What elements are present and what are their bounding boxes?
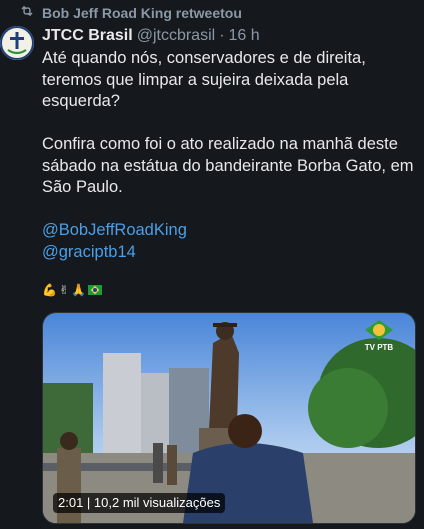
video-player[interactable]: TV PTB 2:01 | 10,2 mil visualizações	[42, 312, 416, 524]
retweet-label: Bob Jeff Road King retweetou	[42, 4, 242, 21]
tweet-header: JTCC Brasil @jtccbrasil · 16 h	[42, 26, 414, 46]
avatar[interactable]	[0, 26, 34, 60]
retweet-header[interactable]: Bob Jeff Road King retweetou	[20, 4, 242, 21]
separator: ·	[219, 27, 225, 44]
ptb-logo-icon	[365, 320, 393, 340]
mention-link[interactable]: @BobJeffRoadKing	[42, 220, 414, 242]
author-handle[interactable]: @jtccbrasil	[137, 26, 215, 46]
view-info-badge: 2:01 | 10,2 mil visualizações	[53, 493, 226, 513]
retweet-icon	[20, 4, 34, 21]
mention-link[interactable]: @graciptb14	[42, 242, 414, 264]
tweet-paragraph-1: Até quando nós, conservadores e de direi…	[42, 49, 366, 110]
folded-hands-icon: 🙏	[71, 283, 86, 297]
timestamp[interactable]: 16 h	[229, 26, 260, 46]
channel-logo-text: TV PTB	[364, 343, 394, 352]
tweet-paragraph-2: Confira como foi o ato realizado na manh…	[42, 135, 414, 196]
brazil-flag-icon	[87, 285, 102, 295]
channel-logo: TV PTB	[357, 319, 401, 352]
flexed-biceps-icon: 💪	[42, 283, 57, 297]
victory-hand-icon: ✌	[58, 283, 70, 297]
tweet-text: Até quando nós, conservadores e de direi…	[42, 48, 414, 263]
emoji-row: 💪 ✌ 🙏	[42, 283, 414, 297]
author-name[interactable]: JTCC Brasil	[42, 26, 133, 46]
tweet[interactable]: JTCC Brasil @jtccbrasil · 16 h Até quand…	[42, 26, 414, 297]
